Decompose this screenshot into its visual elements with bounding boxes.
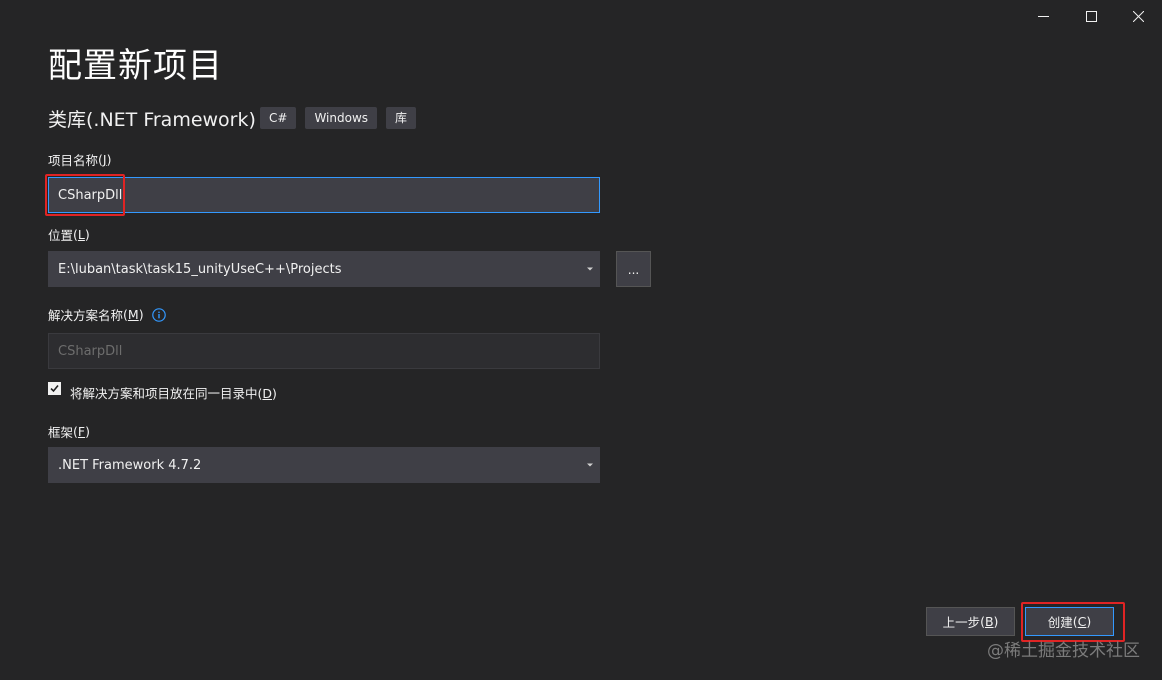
template-name: 类库(.NET Framework) [48,109,256,131]
framework-combobox[interactable]: .NET Framework 4.7.2 [48,447,600,483]
location-label: 位置(L) [48,227,90,243]
info-icon[interactable] [151,307,166,322]
framework-value: .NET Framework 4.7.2 [58,457,202,473]
back-button[interactable]: 上一步(B) [926,607,1015,636]
location-value: E:\luban\task\task15_unityUseC++\Project… [58,261,342,277]
minimize-icon [1037,15,1049,17]
close-icon [1132,10,1144,22]
solution-name-placeholder: CSharpDll [58,343,123,359]
tag-type: 库 [386,107,417,129]
maximize-button[interactable] [1068,0,1114,32]
location-combobox[interactable]: E:\luban\task\task15_unityUseC++\Project… [48,251,600,287]
chevron-down-icon [587,267,593,271]
tag-platform: Windows [305,107,378,129]
close-button[interactable] [1115,0,1161,32]
checkmark-icon [50,384,59,393]
page-title: 配置新项目 [48,46,223,86]
project-name-input[interactable]: CSharpDll [48,177,600,213]
watermark: @稀土掘金技术社区 [987,641,1140,661]
solution-name-label: 解决方案名称(M) [48,305,166,324]
browse-button[interactable]: ... [616,251,651,287]
project-name-value: CSharpDll [58,187,123,203]
minimize-button[interactable] [1020,0,1066,32]
tag-language: C# [260,107,297,129]
template-tags: C# Windows 库 [260,107,417,129]
maximize-icon [1085,10,1097,22]
chevron-down-icon [587,463,593,467]
project-name-label: 项目名称(J) [48,152,112,168]
solution-name-input[interactable]: CSharpDll [48,333,600,369]
same-directory-checkbox[interactable] [48,382,61,395]
framework-label: 框架(F) [48,424,90,440]
create-button[interactable]: 创建(C) [1025,607,1114,636]
same-directory-label[interactable]: 将解决方案和项目放在同一目录中(D) [70,383,277,402]
